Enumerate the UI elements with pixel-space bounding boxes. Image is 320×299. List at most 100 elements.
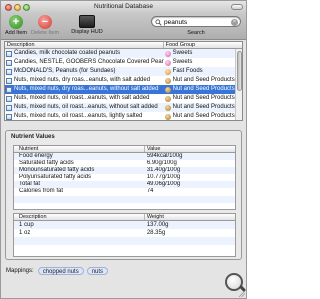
column-header-value[interactable]: Value bbox=[145, 146, 235, 152]
weight-description-cell bbox=[14, 245, 145, 253]
nut-icon bbox=[164, 113, 171, 120]
weights-table-body: 1 cup 137.00g 1 oz 28.35g bbox=[14, 221, 235, 253]
food-group-cell: Nut and Seed Products bbox=[164, 94, 242, 103]
nutrient-value-cell: 49.06g/100g bbox=[146, 181, 181, 188]
minimize-window-button[interactable] bbox=[14, 4, 21, 11]
food-item-icon bbox=[6, 95, 12, 102]
food-group-text: Nut and Seed Products bbox=[172, 113, 235, 119]
table-row[interactable]: Candies, NESTLE, GOOBERS Chocolate Cover… bbox=[5, 58, 242, 67]
table-row[interactable]: Total fat 49.06g/100g bbox=[14, 181, 235, 189]
food-description-text: Candies, NESTLE, GOOBERS Chocolate Cover… bbox=[14, 59, 164, 65]
display-hud-label: Display HUD bbox=[71, 29, 103, 35]
weights-table[interactable]: Description Weight 1 cup 137.00g 1 oz 28.35… bbox=[13, 213, 236, 257]
search-input[interactable]: peanuts × bbox=[151, 16, 241, 27]
scrollbar-thumb[interactable] bbox=[237, 51, 242, 91]
app-window: Nutritional Database + Add Item − Delete… bbox=[0, 0, 247, 299]
nutrient-name-cell: Polyunsaturated fatty acids bbox=[19, 174, 92, 181]
food-description-text: Nuts, mixed nuts, oil roast...eanuts, li… bbox=[14, 113, 143, 119]
delete-item-button[interactable]: − Delete Item bbox=[31, 15, 59, 36]
minus-icon: − bbox=[38, 15, 52, 29]
mappings-row: Mappings: chopped nuts nuts bbox=[6, 266, 111, 275]
food-group-cell: Nut and Seed Products bbox=[164, 112, 242, 120]
close-window-button[interactable] bbox=[5, 4, 12, 11]
food-item-icon bbox=[6, 104, 12, 111]
table-row[interactable]: Nuts, mixed nuts, oil roast...eanuts, wi… bbox=[5, 94, 242, 103]
resize-grip-icon[interactable] bbox=[238, 290, 245, 297]
weight-value-cell bbox=[145, 237, 235, 245]
food-description-cell: Nuts, mixed nuts, dry roas...eanuts, wit… bbox=[5, 85, 164, 94]
nutrient-name-cell: Food energy bbox=[19, 153, 53, 159]
weight-description-cell: 1 cup bbox=[19, 222, 34, 228]
table-row[interactable]: Candies, milk chocolate coated peanuts Sw… bbox=[5, 49, 242, 58]
display-hud-button[interactable]: Display HUD bbox=[70, 15, 104, 35]
table-row[interactable]: McDONALD'S, Peanuts (for Sundaes) Fast Fo… bbox=[5, 67, 242, 76]
weight-value-cell: 28.35g bbox=[146, 230, 166, 236]
nutrient-table[interactable]: Nutrient Value Food energy 594kcal/100g Sa… bbox=[13, 145, 236, 210]
toolbar: + Add Item − Delete Item Display HUD pea… bbox=[1, 13, 246, 40]
food-description-cell: Candies, NESTLE, GOOBERS Chocolate Cover… bbox=[5, 58, 164, 67]
delete-item-label: Delete Item bbox=[31, 30, 60, 36]
table-row[interactable] bbox=[14, 203, 235, 209]
table-row[interactable] bbox=[14, 237, 235, 245]
food-description-text: Nuts, mixed nuts, oil roast...eanuts, wi… bbox=[14, 95, 150, 101]
nutrient-name-cell: Total fat bbox=[19, 181, 41, 188]
nut-icon bbox=[164, 77, 171, 84]
mapping-token[interactable]: nuts bbox=[86, 266, 109, 275]
table-row[interactable]: Food energy 594kcal/100g bbox=[14, 153, 235, 161]
nutrient-name-cell: Calories from fat bbox=[19, 188, 64, 195]
food-group-text: Sweets bbox=[172, 59, 193, 65]
zoom-window-button[interactable] bbox=[23, 4, 30, 11]
column-header-weight[interactable]: Weight bbox=[145, 214, 235, 220]
food-table-scrollbar[interactable] bbox=[235, 49, 242, 120]
clear-search-icon[interactable]: × bbox=[231, 18, 238, 26]
nut-icon bbox=[164, 95, 171, 102]
column-header-description[interactable]: Description bbox=[5, 42, 164, 48]
column-header-weight-description[interactable]: Description bbox=[14, 214, 145, 220]
add-item-button[interactable]: + Add Item bbox=[4, 15, 28, 36]
window-title: Nutritional Database bbox=[94, 3, 153, 10]
table-row[interactable]: Nuts, mixed nuts, oil roast...eanuts, li… bbox=[5, 112, 242, 120]
table-row[interactable]: 1 cup 137.00g bbox=[14, 221, 235, 229]
table-row[interactable]: 1 oz 28.35g bbox=[14, 229, 235, 237]
table-row[interactable]: Saturated fatty acids 6.90g/100g bbox=[14, 160, 235, 167]
nutrient-name-cell bbox=[14, 196, 145, 203]
food-item-icon bbox=[6, 68, 12, 75]
plus-icon: + bbox=[9, 15, 23, 29]
column-header-food-group[interactable]: Food Group bbox=[164, 42, 242, 48]
table-row[interactable]: Nuts, mixed nuts, dry roas...eanuts, wit… bbox=[5, 85, 242, 94]
table-row[interactable]: Polyunsaturated fatty acids 10.77g/100g bbox=[14, 174, 235, 181]
nutrient-value-cell: 74 bbox=[146, 188, 154, 195]
column-header-nutrient[interactable]: Nutrient bbox=[14, 146, 145, 152]
search-icon bbox=[155, 18, 162, 26]
add-item-label: Add Item bbox=[4, 30, 27, 36]
table-row[interactable]: Monounsaturated fatty acids 31.40g/100g bbox=[14, 167, 235, 175]
food-description-text: McDONALD'S, Peanuts (for Sundaes) bbox=[14, 68, 116, 74]
mapping-token[interactable]: chopped nuts bbox=[37, 266, 84, 275]
food-description-cell: Nuts, mixed nuts, dry roas...eanuts, wit… bbox=[5, 76, 164, 85]
weight-value-cell bbox=[145, 245, 235, 253]
toolbar-toggle-button[interactable] bbox=[231, 4, 243, 10]
nutrient-values-title: Nutrient Values bbox=[11, 134, 55, 140]
table-row[interactable]: Nuts, mixed nuts, dry roas...eanuts, wit… bbox=[5, 76, 242, 85]
table-row[interactable] bbox=[14, 245, 235, 253]
nutrient-name-cell bbox=[14, 203, 145, 209]
food-group-cell: Nut and Seed Products bbox=[164, 103, 242, 112]
table-row[interactable]: Nuts, mixed nuts, oil roast...eanuts, wi… bbox=[5, 103, 242, 112]
food-description-text: Candies, milk chocolate coated peanuts bbox=[14, 50, 121, 56]
food-table[interactable]: Description Food Group Candies, milk cho… bbox=[4, 41, 243, 121]
search-label: Search bbox=[187, 30, 205, 36]
food-description-cell: Nuts, mixed nuts, oil roast...eanuts, wi… bbox=[5, 103, 164, 112]
nut-icon bbox=[164, 86, 171, 93]
food-group-cell: Fast Foods bbox=[164, 67, 242, 76]
table-row[interactable] bbox=[14, 195, 235, 203]
sweets-icon bbox=[164, 50, 171, 57]
nutrient-value-cell: 6.90g/100g bbox=[146, 160, 177, 167]
food-item-icon bbox=[6, 50, 12, 57]
food-table-body: Candies, milk chocolate coated peanuts Sw… bbox=[5, 49, 242, 120]
table-row[interactable]: Calories from fat 74 bbox=[14, 188, 235, 195]
title-bar[interactable]: Nutritional Database bbox=[1, 1, 246, 13]
nutrient-value-cell bbox=[145, 196, 235, 203]
food-description-cell: McDONALD'S, Peanuts (for Sundaes) bbox=[5, 67, 164, 76]
nutrient-table-header: Nutrient Value bbox=[14, 146, 235, 153]
food-group-cell: Sweets bbox=[164, 49, 242, 58]
